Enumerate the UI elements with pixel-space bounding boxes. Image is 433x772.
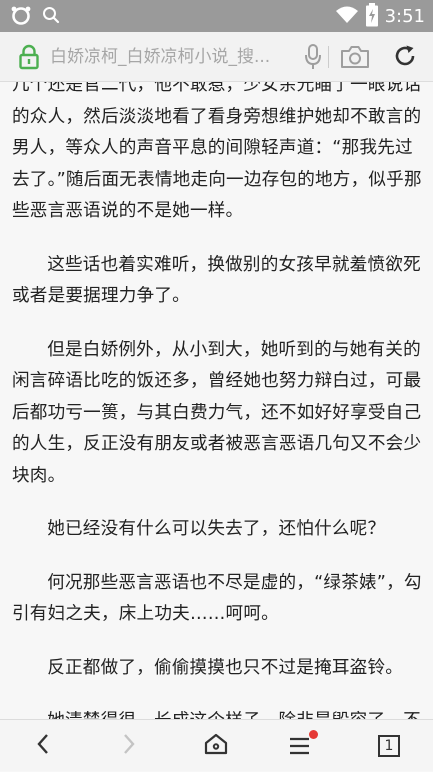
article-paragraph: 这些话也着实难听，换做别的女孩早就羞愤欲死或者是要据理力争了。: [12, 254, 421, 307]
status-time: 3:51: [384, 6, 425, 27]
forward-arrow-icon: [122, 733, 136, 759]
address-bar: 白娇凉柯_白娇凉柯小说_搜...: [0, 32, 433, 82]
bottom-navigation: 1: [0, 719, 433, 771]
article-content: 几个还是官二代，他不敢惹，少女余光瞄了一眼说话的众人，然后淡淡地看了看身旁想维护…: [0, 82, 433, 719]
lock-icon[interactable]: [18, 44, 40, 74]
status-bar-left: [10, 5, 60, 29]
search-icon: [42, 6, 60, 28]
article-paragraph: 何况那些恶言恶语也不尽是虚的，“绿茶婊”，勾引有妇之夫，床上功夫……呵呵。: [12, 572, 422, 625]
status-bar: 3:51: [0, 0, 433, 32]
tabs-icon: 1: [378, 735, 400, 757]
menu-icon: [288, 730, 318, 757]
article-paragraph: 她清楚得很，长成这个样子，除非是毁容了，不然免不了是要拉仇恨的。可是一个父母尽失…: [12, 706, 424, 719]
app-ring-icon: [10, 5, 32, 29]
home-icon: [204, 733, 228, 759]
home-button[interactable]: [173, 720, 259, 772]
article-paragraph: 反正都做了，偷偷摸摸也只不过是掩耳盗铃。: [47, 657, 404, 678]
menu-button[interactable]: [259, 720, 345, 772]
wifi-icon: [335, 5, 359, 29]
article-paragraph: 几个还是官二代，他不敢惹，少女余光瞄了一眼说话的众人，然后淡淡地看了看身旁想维护…: [12, 82, 422, 221]
url-text[interactable]: 白娇凉柯_白娇凉柯小说_搜...: [50, 43, 298, 71]
article-paragraph: 但是白娇例外，从小到大，她听到的与她有关的闲言碎语比吃的饭还多，曾经她也努力辩白…: [12, 339, 422, 486]
refresh-icon[interactable]: [393, 44, 417, 72]
notification-dot: [309, 730, 318, 739]
forward-button[interactable]: [86, 720, 172, 772]
url-bar-divider: [328, 46, 329, 68]
microphone-icon[interactable]: [304, 43, 322, 75]
tabs-button[interactable]: 1: [346, 720, 432, 772]
battery-charging-icon: [365, 3, 379, 31]
tab-count: 1: [384, 738, 394, 754]
camera-icon[interactable]: [340, 45, 370, 73]
back-button[interactable]: [0, 720, 86, 772]
article-paragraph: 她已经没有什么可以失去了，还怕什么呢？: [47, 519, 386, 539]
status-bar-right: 3:51: [335, 3, 425, 31]
article-body: 几个还是官二代，他不敢惹，少女余光瞄了一眼说话的众人，然后淡淡地看了看身旁想维护…: [12, 82, 424, 719]
back-arrow-icon: [36, 733, 50, 759]
